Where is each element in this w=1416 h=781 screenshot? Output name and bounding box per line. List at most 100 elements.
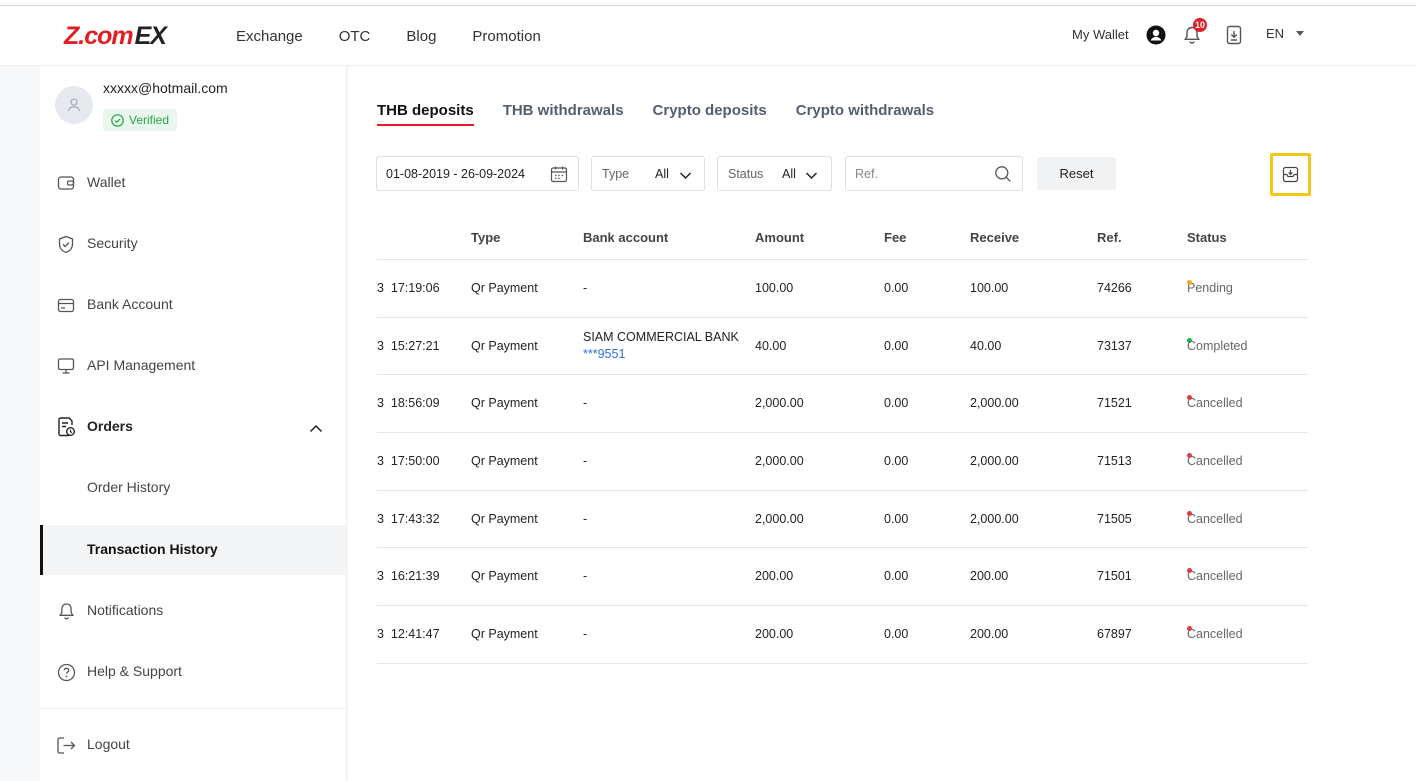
- zcom-ex-logo[interactable]: Z.com EX: [64, 22, 167, 50]
- credit-card-icon: [56, 295, 76, 315]
- table-header-row: Type Bank account Amount Fee Receive Ref…: [377, 216, 1308, 260]
- cell-receive: 2,000.00: [970, 454, 1019, 469]
- export-download-button[interactable]: [1270, 153, 1311, 196]
- cell-ref: 74266: [1097, 281, 1132, 295]
- orders-receipt-icon: [56, 417, 76, 437]
- cell-time: 3 17:19:06: [377, 281, 440, 295]
- download-tray-icon: [1282, 166, 1299, 183]
- verified-badge: Verified: [103, 109, 178, 131]
- type-filter-select[interactable]: Type All: [591, 156, 705, 191]
- cell-type: Qr Payment: [471, 396, 538, 411]
- status-dot-icon: [1187, 280, 1192, 285]
- table-row[interactable]: 3 15:27:21 Qr Payment SIAM COMMERCIAL BANK…: [377, 318, 1308, 376]
- sidebar-label-security: Security: [87, 235, 138, 251]
- sidebar-label-logout: Logout: [87, 736, 130, 752]
- tab-crypto-withdrawals[interactable]: Crypto withdrawals: [796, 102, 934, 126]
- sidebar-item-notifications[interactable]: Notifications: [40, 586, 347, 636]
- cell-amount: 2,000.00: [755, 511, 804, 526]
- header-ref: Ref.: [1097, 230, 1122, 245]
- status-label: Cancelled: [1187, 511, 1243, 526]
- cell-ref: 71513: [1097, 454, 1132, 469]
- language-selector[interactable]: EN: [1266, 26, 1305, 41]
- my-wallet-link[interactable]: My Wallet: [1072, 27, 1129, 42]
- cell-bank-account-number[interactable]: ***9551: [583, 347, 625, 361]
- logout-icon: [56, 735, 76, 755]
- cell-fee: 0.00: [884, 338, 909, 353]
- status-dot-icon: [1187, 510, 1192, 516]
- cell-bank-account: -: [583, 454, 588, 469]
- sidebar-item-help-support[interactable]: Help & Support: [40, 647, 347, 697]
- verified-label: Verified: [129, 113, 170, 127]
- status-label: Cancelled: [1187, 396, 1243, 411]
- chevron-down-icon: [679, 169, 692, 183]
- nav-blog[interactable]: Blog: [406, 28, 436, 45]
- shield-check-icon: [56, 234, 76, 254]
- sidebar-item-bank-account[interactable]: Bank Account: [40, 280, 347, 330]
- cell-time: 3 12:41:47: [377, 627, 440, 642]
- sidebar-label-order-history: Order History: [87, 479, 171, 495]
- status-label: Cancelled: [1187, 454, 1243, 469]
- tab-crypto-deposits[interactable]: Crypto deposits: [653, 102, 767, 126]
- language-label: EN: [1266, 26, 1285, 41]
- sidebar-item-api-management[interactable]: API Management: [40, 341, 347, 391]
- table-row[interactable]: 3 16:21:39 Qr Payment - 200.00 0.00 200.00 715…: [377, 548, 1308, 607]
- transaction-tabs: THB deposits THB withdrawals Crypto depo…: [377, 102, 963, 126]
- wallet-icon: [56, 173, 76, 193]
- table-row[interactable]: 3 17:43:32 Qr Payment - 2,000.00 0.00 2,000.0…: [377, 491, 1308, 549]
- download-app-icon[interactable]: [1223, 24, 1245, 46]
- cell-fee: 0.00: [884, 281, 909, 295]
- user-account-icon[interactable]: [1145, 24, 1167, 46]
- nav-otc[interactable]: OTC: [339, 28, 371, 45]
- cell-amount: 40.00: [755, 338, 787, 353]
- sidebar-item-order-history[interactable]: Order History: [40, 463, 347, 513]
- sidebar-item-logout[interactable]: Logout: [40, 720, 347, 770]
- cell-receive: 200.00: [970, 627, 1009, 642]
- main-content: THB deposits THB withdrawals Crypto depo…: [348, 66, 1416, 781]
- status-filter-value: All: [782, 166, 796, 181]
- cell-fee: 0.00: [884, 396, 909, 411]
- sidebar-item-orders[interactable]: Orders: [40, 402, 347, 452]
- cell-receive: 200.00: [970, 569, 1009, 584]
- reset-button[interactable]: Reset: [1037, 157, 1116, 190]
- status-filter-label: Status: [728, 166, 764, 181]
- notification-count-badge: 10: [1193, 18, 1208, 32]
- tab-thb-withdrawals[interactable]: THB withdrawals: [503, 102, 624, 126]
- cell-ref: 71505: [1097, 511, 1132, 526]
- monitor-icon: [56, 356, 76, 376]
- chevron-up-icon[interactable]: [309, 420, 323, 436]
- sidebar-item-transaction-history[interactable]: Transaction History: [40, 525, 347, 575]
- sidebar-divider: [40, 708, 347, 709]
- tab-thb-deposits[interactable]: THB deposits: [377, 102, 474, 126]
- cell-ref: 73137: [1097, 338, 1132, 353]
- date-range-picker[interactable]: 01-08-2019 - 26-09-2024: [376, 156, 579, 191]
- notification-bell-icon[interactable]: 10: [1181, 18, 1208, 46]
- cell-amount: 200.00: [755, 627, 794, 642]
- table-row[interactable]: 3 12:41:47 Qr Payment - 200.00 0.00 200.00 678…: [377, 606, 1308, 664]
- question-circle-icon: [56, 662, 76, 682]
- user-silhouette-icon: [67, 98, 81, 112]
- sidebar-item-wallet[interactable]: Wallet: [40, 158, 347, 208]
- account-sidebar: xxxxx@hotmail.com Verified Wallet Securi…: [40, 66, 347, 781]
- header-bank-account: Bank account: [583, 230, 669, 245]
- type-filter-label: Type: [602, 166, 630, 181]
- sidebar-label-wallet: Wallet: [87, 174, 126, 190]
- cell-time: 3 17:43:32: [377, 511, 440, 526]
- table-row[interactable]: 3 17:19:06 Qr Payment - 100.00 0.00 100.00 742…: [377, 260, 1308, 318]
- cell-status: Pending: [1187, 280, 1233, 295]
- status-label: Pending: [1187, 281, 1233, 295]
- ref-search-box[interactable]: [845, 156, 1023, 191]
- cell-bank-account: -: [583, 281, 588, 295]
- cell-time: 3 18:56:09: [377, 396, 440, 411]
- ref-search-input[interactable]: [855, 166, 985, 181]
- table-row[interactable]: 3 18:56:09 Qr Payment - 2,000.00 0.00 2,000.0…: [377, 375, 1308, 434]
- sidebar-item-security[interactable]: Security: [40, 219, 347, 269]
- header-fee: Fee: [884, 230, 907, 245]
- status-filter-select[interactable]: Status All: [717, 156, 832, 191]
- table-row[interactable]: 3 17:50:00 Qr Payment - 2,000.00 0.00 2,000.0…: [377, 433, 1308, 491]
- cell-amount: 2,000.00: [755, 454, 804, 469]
- search-icon[interactable]: [994, 165, 1012, 186]
- nav-exchange[interactable]: Exchange: [236, 28, 303, 45]
- header-receive: Receive: [970, 230, 1020, 245]
- cell-bank-account: SIAM COMMERCIAL BANK: [583, 329, 739, 344]
- nav-promotion[interactable]: Promotion: [472, 28, 540, 45]
